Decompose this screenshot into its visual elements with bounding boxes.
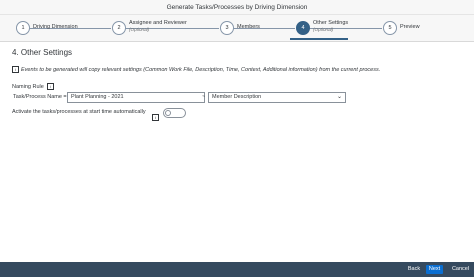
info-icon: i — [12, 66, 19, 73]
help-icon[interactable]: i — [152, 114, 159, 122]
activate-label: Activate the tasks/processes at start ti… — [12, 109, 146, 115]
task-name-label: Task/Process Name = — [13, 94, 67, 100]
main-content: 4. Other Settings i Events to be generate… — [0, 42, 474, 262]
step-label: Preview — [400, 24, 420, 30]
step-number: 3 — [220, 21, 234, 35]
step-sublabel: (Optional) — [129, 26, 150, 32]
info-message: i Events to be generated will copy releva… — [12, 66, 380, 73]
step-number: 1 — [16, 21, 30, 35]
help-icon[interactable]: i — [47, 83, 55, 90]
info-text: Events to be generated will copy relevan… — [21, 66, 381, 73]
task-name-input[interactable]: Plant Planning - 2021 — [67, 92, 205, 103]
section-title: 4. Other Settings — [12, 48, 73, 57]
select-value: Member Description — [212, 94, 262, 100]
toggle-knob — [165, 110, 171, 116]
step-sublabel: (Optional) — [313, 26, 334, 32]
step-label: Other Settings — [313, 20, 349, 26]
cancel-button[interactable]: Cancel — [451, 265, 470, 274]
next-button[interactable]: Next — [426, 265, 443, 274]
chevron-down-icon[interactable]: ⌄ — [337, 93, 342, 102]
activate-toggle[interactable] — [163, 108, 186, 118]
naming-rule-label: Naming Rule i — [12, 83, 56, 90]
step-number: 2 — [112, 21, 126, 35]
step-number: 4 — [296, 21, 310, 35]
member-property-select[interactable]: Member Description ⌄ — [208, 92, 346, 103]
step-label: Assignee and Reviewer — [129, 20, 187, 26]
step-number: 5 — [383, 21, 397, 35]
step-label: Members — [237, 24, 260, 30]
wizard-steps: 1 Driving Dimension 2 Assignee and Revie… — [0, 15, 474, 42]
active-step-indicator — [290, 38, 348, 40]
activate-help: i — [152, 109, 161, 127]
naming-rule-text: Naming Rule — [12, 83, 44, 90]
back-button[interactable]: Back — [406, 265, 422, 274]
dialog-title: Generate Tasks/Processes by Driving Dime… — [0, 0, 474, 15]
step-label: Driving Dimension — [33, 24, 78, 30]
footer-bar: Back Next Cancel — [0, 262, 474, 277]
separator: ~ — [202, 94, 206, 100]
